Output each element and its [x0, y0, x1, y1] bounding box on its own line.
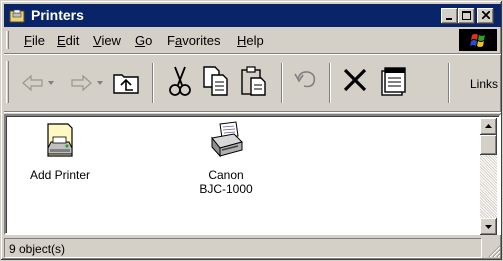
status-text: 9 object(s) — [9, 242, 66, 256]
close-button[interactable] — [477, 8, 494, 24]
menu-go[interactable]: Go — [135, 33, 152, 48]
minimize-icon — [445, 18, 452, 20]
cut-icon — [169, 66, 191, 96]
scroll-down-button[interactable] — [480, 218, 497, 235]
scroll-thumb[interactable] — [480, 135, 497, 155]
add-printer-label: Add Printer — [29, 168, 91, 182]
properties-icon — [381, 67, 406, 96]
menu-edit[interactable]: Edit — [57, 33, 79, 48]
delete-button[interactable] — [342, 67, 368, 96]
links-toolbar[interactable]: Links — [470, 77, 498, 91]
window-title: Printers — [31, 7, 84, 23]
properties-button[interactable] — [379, 65, 407, 100]
menubar-grip[interactable] — [6, 31, 9, 49]
add-printer-icon — [47, 123, 73, 157]
menu-view[interactable]: View — [93, 33, 121, 48]
cut-button[interactable] — [166, 65, 194, 100]
copy-icon — [203, 66, 228, 96]
printers-folder-icon — [9, 9, 25, 23]
explorer-window: Printers File Edit View Go Favorites Hel… — [0, 0, 503, 261]
back-button[interactable] — [20, 73, 56, 96]
maximize-icon — [462, 11, 471, 20]
up-folder-icon — [113, 74, 139, 94]
toolbar-separator — [281, 63, 283, 103]
toolbar-separator-bottom — [4, 111, 501, 113]
toolbar-separator — [152, 63, 154, 103]
toolbar-grip[interactable] — [6, 61, 9, 103]
status-pane: 9 object(s) — [4, 238, 482, 258]
maximize-button[interactable] — [458, 8, 475, 24]
back-icon — [22, 74, 54, 92]
vertical-scrollbar[interactable] — [480, 118, 497, 235]
title-bar[interactable]: Printers — [4, 4, 501, 27]
delete-icon — [343, 68, 367, 92]
printer-icon — [211, 121, 243, 158]
copy-button[interactable] — [201, 65, 231, 100]
menu-file[interactable]: File — [24, 33, 45, 48]
arrow-down-icon — [485, 225, 492, 229]
file-view[interactable]: Add Printer Canon BJC-1000 — [4, 114, 501, 235]
windows-logo — [459, 29, 497, 51]
minimize-button[interactable] — [441, 8, 458, 24]
arrow-up-icon — [485, 124, 492, 128]
canon-printer-item[interactable]: Canon BJC-1000 — [186, 120, 266, 196]
menubar-separator — [4, 53, 501, 55]
canon-printer-label-line1: Canon — [208, 168, 244, 182]
forward-icon — [71, 74, 103, 92]
up-button[interactable] — [112, 69, 142, 98]
standard-toolbar: Links — [4, 57, 501, 109]
undo-icon — [294, 71, 316, 88]
menu-favorites[interactable]: Favorites — [167, 33, 220, 48]
forward-button[interactable] — [69, 73, 105, 96]
resize-grip-icon[interactable] — [487, 244, 501, 258]
canon-printer-label-line2: BJC-1000 — [199, 182, 253, 196]
status-bar: 9 object(s) — [4, 238, 501, 258]
close-icon — [480, 10, 491, 20]
undo-button[interactable] — [292, 67, 320, 96]
menu-help[interactable]: Help — [237, 33, 264, 48]
paste-button[interactable] — [239, 65, 269, 100]
scroll-up-button[interactable] — [480, 118, 497, 135]
toolbar-separator — [329, 63, 331, 103]
toolbar-separator — [448, 63, 450, 103]
menu-bar: File Edit View Go Favorites Help — [4, 29, 501, 51]
paste-icon — [241, 66, 266, 96]
add-printer-item[interactable]: Add Printer — [20, 120, 100, 182]
windows-flag-icon — [470, 34, 485, 47]
